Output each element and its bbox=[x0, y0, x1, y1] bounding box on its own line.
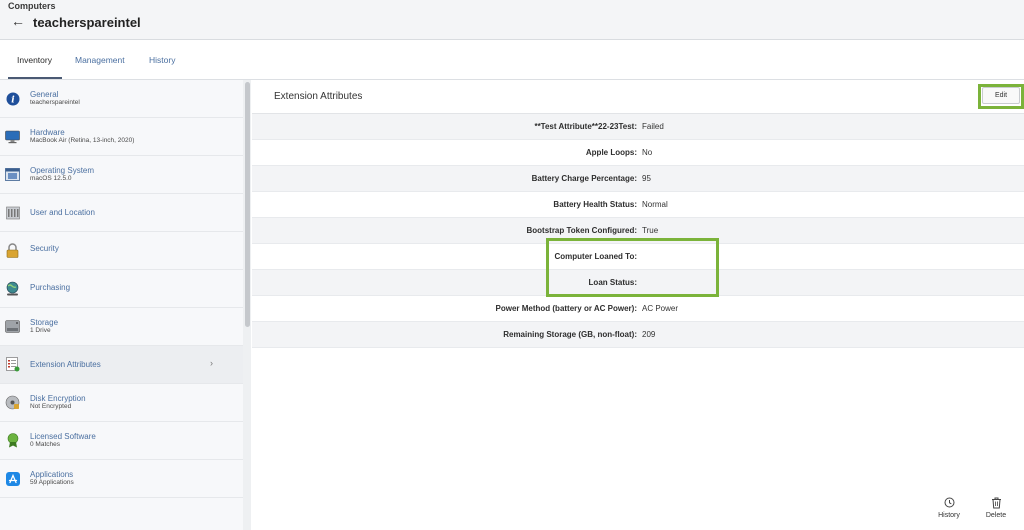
svg-text:i: i bbox=[11, 95, 15, 105]
sidebar-item-subtitle: 1 Drive bbox=[30, 327, 51, 334]
sidebar-item-user-and-location[interactable]: User and Location bbox=[0, 194, 243, 232]
tab-bar: Inventory Management History bbox=[0, 40, 1024, 80]
sidebar-scrollbar[interactable] bbox=[243, 80, 251, 530]
delete-button[interactable]: Delete bbox=[976, 497, 1016, 523]
sidebar-item-title: User and Location bbox=[30, 208, 95, 217]
table-row: Battery Charge Percentage: 95 bbox=[252, 166, 1024, 192]
breadcrumb[interactable]: Computers bbox=[8, 1, 56, 11]
sidebar-item-disk-encryption[interactable]: Disk Encryption Not Encrypted bbox=[0, 384, 243, 422]
attribute-value: Failed bbox=[642, 122, 664, 131]
lock-icon bbox=[5, 243, 20, 258]
monitor-icon bbox=[5, 129, 20, 144]
section-title: Extension Attributes bbox=[274, 91, 363, 102]
attribute-value: No bbox=[642, 148, 653, 157]
sidebar-item-subtitle: teacherspareintel bbox=[30, 99, 80, 106]
attribute-value: 209 bbox=[642, 330, 656, 339]
tab-inventory[interactable]: Inventory bbox=[17, 55, 52, 65]
attribute-value: AC Power bbox=[642, 304, 679, 313]
attribute-label: Bootstrap Token Configured: bbox=[526, 226, 637, 235]
history-icon bbox=[944, 497, 955, 508]
sidebar-item-title: Extension Attributes bbox=[30, 360, 101, 369]
table-row: Apple Loops: No bbox=[252, 140, 1024, 166]
sidebar-item-title: Applications bbox=[30, 470, 74, 479]
page-header: Computers ← teacherspareintel bbox=[0, 0, 1024, 40]
attribute-value: 95 bbox=[642, 174, 651, 183]
attribute-value: Normal bbox=[642, 200, 668, 209]
table-row: Power Method (battery or AC Power): AC P… bbox=[252, 296, 1024, 322]
table-row: **Test Attribute**22-23Test: Failed bbox=[252, 114, 1024, 140]
attribute-label: Battery Charge Percentage: bbox=[531, 174, 637, 183]
tab-history[interactable]: History bbox=[149, 55, 175, 65]
attribute-label: Apple Loops: bbox=[585, 148, 637, 157]
page-title: teacherspareintel bbox=[33, 15, 141, 30]
table-row: Remaining Storage (GB, non-float): 209 bbox=[252, 322, 1024, 348]
table-row: Battery Health Status: Normal bbox=[252, 192, 1024, 218]
sidebar-item-applications[interactable]: Applications 59 Applications bbox=[0, 460, 243, 498]
sidebar-item-operating-system[interactable]: Operating System macOS 12.5.0 bbox=[0, 156, 243, 194]
loan-rows-highlight-box bbox=[546, 238, 719, 297]
scrollbar-thumb[interactable] bbox=[244, 82, 250, 327]
drive-icon bbox=[5, 319, 20, 334]
chevron-right-icon: › bbox=[210, 358, 213, 368]
attribute-label: Power Method (battery or AC Power): bbox=[495, 304, 638, 313]
sidebar-item-security[interactable]: Security bbox=[0, 232, 243, 270]
sidebar-item-title: Licensed Software bbox=[30, 432, 96, 441]
main-panel: Extension Attributes Edit **Test Attribu… bbox=[252, 80, 1024, 530]
attribute-value: True bbox=[642, 226, 659, 235]
sidebar-item-subtitle: macOS 12.5.0 bbox=[30, 175, 72, 182]
sidebar-item-subtitle: 59 Applications bbox=[30, 479, 74, 486]
app-store-icon bbox=[5, 471, 20, 486]
sidebar-item-purchasing[interactable]: Purchasing bbox=[0, 270, 243, 308]
attribute-label: Battery Health Status: bbox=[553, 200, 637, 209]
history-button[interactable]: History bbox=[929, 497, 969, 523]
sidebar-item-partial[interactable] bbox=[0, 498, 243, 530]
sidebar-item-hardware[interactable]: Hardware MacBook Air (Retina, 13-inch, 2… bbox=[0, 118, 243, 156]
sidebar-item-licensed-software[interactable]: Licensed Software 0 Matches bbox=[0, 422, 243, 460]
sidebar-item-subtitle: Not Encrypted bbox=[30, 403, 72, 410]
history-label: History bbox=[938, 512, 960, 519]
checklist-icon bbox=[5, 357, 20, 372]
sidebar-item-title: Purchasing bbox=[30, 283, 71, 292]
trash-icon bbox=[992, 497, 1001, 509]
back-arrow-icon[interactable]: ← bbox=[11, 13, 25, 29]
sidebar-item-title: Security bbox=[30, 244, 59, 253]
active-tab-indicator bbox=[8, 77, 62, 79]
attribute-label: **Test Attribute**22-23Test: bbox=[534, 122, 637, 131]
sidebar-item-title: General bbox=[30, 90, 59, 99]
ribbon-icon bbox=[5, 433, 20, 448]
sidebar-item-title: Storage bbox=[30, 318, 59, 327]
sidebar-item-subtitle: MacBook Air (Retina, 13-inch, 2020) bbox=[30, 137, 135, 144]
edit-highlight-box bbox=[978, 84, 1024, 109]
attribute-label: Remaining Storage (GB, non-float): bbox=[503, 330, 637, 339]
globe-icon bbox=[5, 281, 20, 296]
sidebar-item-subtitle: 0 Matches bbox=[30, 441, 60, 448]
info-icon: i bbox=[5, 91, 20, 106]
disk-lock-icon bbox=[5, 395, 20, 410]
sidebar-item-extension-attributes[interactable]: Extension Attributes › bbox=[0, 346, 243, 384]
tab-management[interactable]: Management bbox=[75, 55, 125, 65]
sidebar-item-general[interactable]: i General teacherspareintel bbox=[0, 80, 243, 118]
delete-label: Delete bbox=[985, 512, 1007, 519]
sidebar-item-storage[interactable]: Storage 1 Drive bbox=[0, 308, 243, 346]
sidebar-item-title: Hardware bbox=[30, 128, 65, 137]
sidebar: i General teacherspareintel Hardware Mac… bbox=[0, 80, 243, 530]
os-window-icon bbox=[5, 167, 20, 182]
building-icon bbox=[5, 205, 20, 220]
section-header: Extension Attributes Edit bbox=[252, 80, 1024, 114]
sidebar-item-title: Operating System bbox=[30, 166, 95, 175]
sidebar-item-title: Disk Encryption bbox=[30, 394, 86, 403]
